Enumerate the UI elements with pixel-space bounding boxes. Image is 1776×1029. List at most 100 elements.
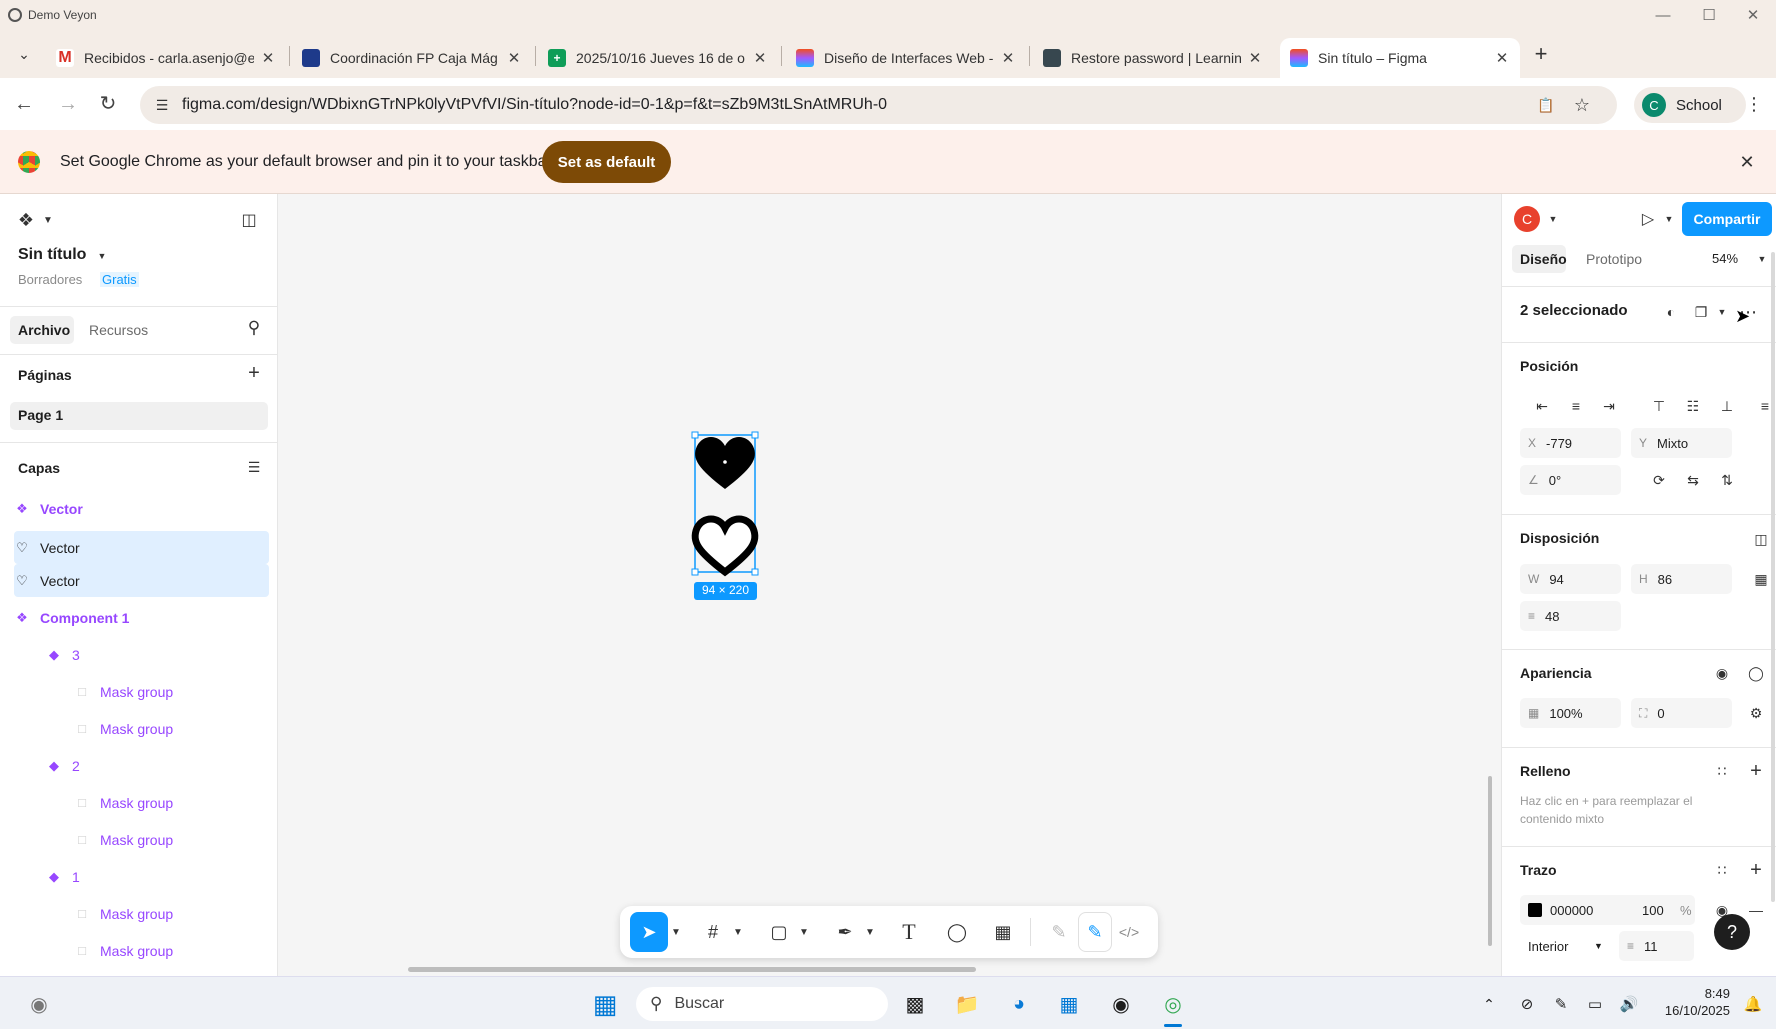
add-fill-icon[interactable]: + <box>1744 759 1768 783</box>
file-name[interactable]: Sin título <box>18 246 86 264</box>
align-left-icon[interactable]: ⇤ <box>1530 394 1554 418</box>
layer-item[interactable]: ❖ Component 1 <box>14 601 269 634</box>
frame-chevron-icon[interactable]: ▼ <box>730 912 746 952</box>
move-chevron-icon[interactable]: ▼ <box>668 912 684 952</box>
resize-handle[interactable] <box>691 568 699 576</box>
maximize-icon[interactable]: ☐ <box>1686 0 1732 30</box>
remove-stroke-icon[interactable]: — <box>1744 898 1768 922</box>
search-icon[interactable]: ⚲ <box>242 316 266 340</box>
boolean-chevron-icon[interactable]: ▼ <box>1710 300 1734 324</box>
shape-chevron-icon[interactable]: ▼ <box>796 912 812 952</box>
layer-item[interactable]: ◆ 1 <box>14 860 269 893</box>
volume-icon[interactable]: 🔊 <box>1612 987 1646 1021</box>
avatar-chevron-icon[interactable]: ▼ <box>1541 207 1565 231</box>
address-bar[interactable]: ☰ figma.com/design/WDbixnGTrNPk0lyVtPVfV… <box>140 86 1617 124</box>
close-tab-icon[interactable]: ✕ <box>1000 49 1016 67</box>
chrome-menu-icon[interactable]: ⋮ <box>1742 92 1766 116</box>
right-scrollbar[interactable] <box>1771 252 1775 902</box>
stroke-align-select[interactable]: Interior ▼ <box>1520 931 1608 961</box>
comment-tool-icon[interactable]: ◯ <box>940 912 974 952</box>
tab-archivo[interactable]: Archivo <box>18 322 70 338</box>
set-default-button[interactable]: Set as default <box>542 141 671 183</box>
stroke-swatch[interactable] <box>1528 903 1542 917</box>
close-tab-icon[interactable]: ✕ <box>260 49 276 67</box>
forward-icon[interactable]: → <box>56 92 80 116</box>
layer-item[interactable]: ◆ 2 <box>14 749 269 782</box>
corner-settings-icon[interactable]: ⚙ <box>1744 701 1768 725</box>
heart-outline-shape[interactable] <box>691 515 759 577</box>
close-tab-icon[interactable]: ✕ <box>752 49 768 67</box>
help-button[interactable]: ? <box>1714 914 1750 950</box>
tray-chevron-icon[interactable]: ⌃ <box>1472 987 1506 1021</box>
tab-diseno-panel[interactable]: Diseño <box>1520 251 1567 267</box>
edge-icon[interactable]: ◕ <box>1002 987 1036 1021</box>
align-top-icon[interactable]: ⊤ <box>1647 394 1671 418</box>
share-button[interactable]: Compartir <box>1682 202 1772 236</box>
zoom-level[interactable]: 54% <box>1712 251 1738 266</box>
flip-vertical-icon[interactable]: ⇅ <box>1715 468 1739 492</box>
pen-tool-icon[interactable]: ✒ <box>828 912 862 952</box>
rectangle-tool-icon[interactable]: ▢ <box>762 912 796 952</box>
close-window-icon[interactable]: ✕ <box>1730 0 1776 30</box>
align-middle-icon[interactable]: ☷ <box>1681 394 1705 418</box>
layers-list-icon[interactable]: ☰ <box>242 455 266 479</box>
display-icon[interactable]: ▭ <box>1578 987 1612 1021</box>
user-avatar[interactable]: C <box>1514 206 1540 232</box>
tab-gmail[interactable]: M Recibidos - carla.asenjo@e ✕ <box>46 38 286 78</box>
bookmark-star-icon[interactable]: ☆ <box>1570 93 1594 117</box>
chrome-taskbar-icon[interactable]: ◎ <box>1156 987 1190 1021</box>
visibility-eye-icon[interactable]: ◉ <box>1710 661 1734 685</box>
canvas-vertical-scrollbar[interactable] <box>1488 776 1492 946</box>
horizontal-scrollbar[interactable] <box>408 967 976 972</box>
file-explorer-icon[interactable]: 📁 <box>950 987 984 1021</box>
blend-mode-icon[interactable]: ◯ <box>1744 661 1768 685</box>
notifications-icon[interactable]: 🔔 <box>1736 987 1770 1021</box>
new-tab-icon[interactable]: + <box>1529 41 1553 66</box>
clock[interactable]: 8:49 16/10/2025 <box>1650 985 1730 1019</box>
back-icon[interactable]: ← <box>12 92 36 116</box>
layer-item[interactable]: □ Mask group <box>14 823 269 856</box>
rotation-field[interactable]: ∠ 0° <box>1520 465 1621 495</box>
tab-prototipo[interactable]: Prototipo <box>1586 251 1642 267</box>
layer-item[interactable]: ♡ Vector <box>14 531 269 564</box>
draw-mode-icon[interactable]: ✎ <box>1042 912 1076 952</box>
text-tool-icon[interactable]: T <box>892 912 926 952</box>
y-field[interactable]: Y Mixto <box>1631 428 1732 458</box>
task-view-icon[interactable]: ▩ <box>898 987 932 1021</box>
pen-chevron-icon[interactable]: ▼ <box>862 912 878 952</box>
stroke-color-field[interactable]: 000000 100 % <box>1520 895 1695 925</box>
layer-item[interactable]: ❖ Vector <box>14 492 269 525</box>
flip-horizontal-icon[interactable]: ⇆ <box>1681 468 1705 492</box>
minimize-icon[interactable]: — <box>1640 0 1686 30</box>
tab-coordinacion[interactable]: Coordinación FP Caja Mág ✕ <box>292 38 532 78</box>
close-infobar-icon[interactable]: ✕ <box>1735 150 1759 174</box>
width-field[interactable]: W 94 <box>1520 564 1621 594</box>
reload-icon[interactable]: ↻ <box>96 92 120 116</box>
design-mode-icon[interactable]: ✎ <box>1078 912 1112 952</box>
design-canvas[interactable]: 94 × 220 <box>279 194 1500 976</box>
align-right-icon[interactable]: ⇥ <box>1597 394 1621 418</box>
rotate-icon[interactable]: ⟳ <box>1647 468 1671 492</box>
resize-handle[interactable] <box>751 568 759 576</box>
file-location[interactable]: Borradores <box>18 272 82 287</box>
x-field[interactable]: X -779 <box>1520 428 1621 458</box>
layer-item[interactable]: ♡ Vector <box>14 564 269 597</box>
stroke-weight-field[interactable]: ≡ 11 <box>1619 931 1694 961</box>
height-field[interactable]: H 86 <box>1631 564 1732 594</box>
layer-item[interactable]: □ Mask group <box>14 712 269 745</box>
frame-tool-icon[interactable]: # <box>696 912 730 952</box>
dev-mode-icon[interactable]: </> <box>1112 912 1146 952</box>
constrain-proportions-icon[interactable]: ▦ <box>1749 567 1773 591</box>
resize-handle[interactable] <box>691 431 699 439</box>
plan-badge[interactable]: Gratis <box>100 272 139 287</box>
site-info-icon[interactable]: ☰ <box>150 93 174 117</box>
tab-sheets[interactable]: + 2025/10/16 Jueves 16 de o ✕ <box>538 38 778 78</box>
gap-field[interactable]: ≡ 48 <box>1520 601 1621 631</box>
tab-search-icon[interactable]: ⌄ <box>12 42 36 66</box>
sidebar-toggle-icon[interactable]: ◫ <box>237 208 261 232</box>
layer-item[interactable]: □ Mask group <box>14 897 269 930</box>
stroke-styles-icon[interactable]: ∷ <box>1710 858 1734 882</box>
pen-icon[interactable]: ✎ <box>1544 987 1578 1021</box>
clipboard-icon[interactable]: 📋 <box>1534 93 1558 117</box>
tab-figma-active[interactable]: Sin título – Figma ✕ <box>1280 38 1520 78</box>
